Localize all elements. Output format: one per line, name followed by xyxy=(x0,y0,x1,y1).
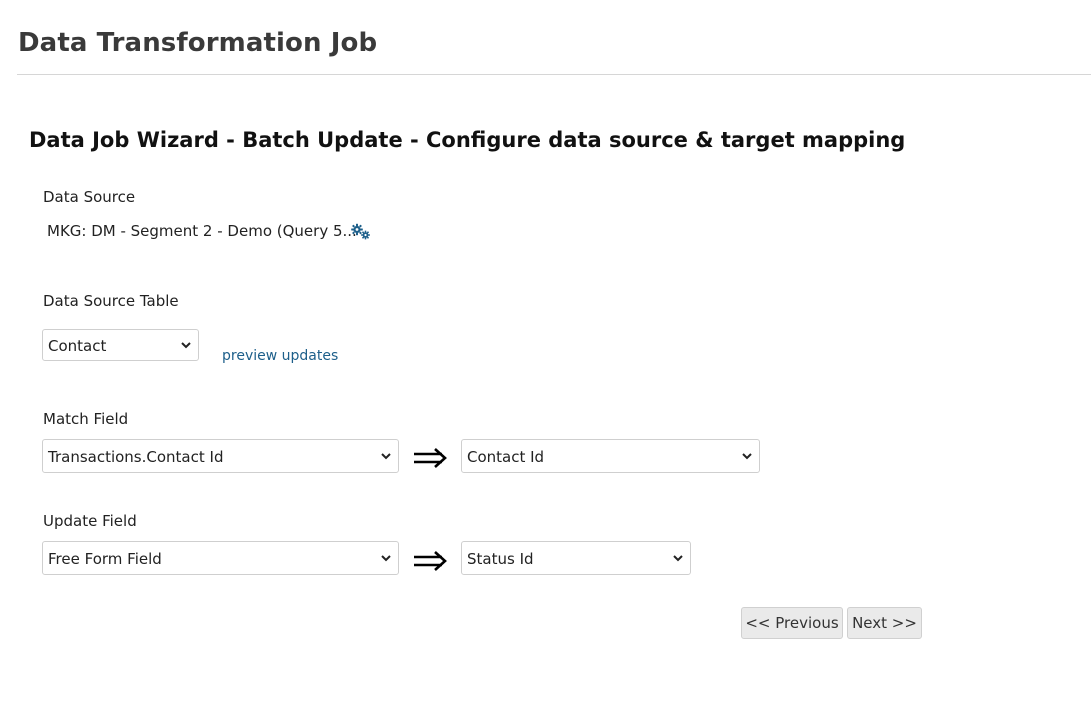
chevron-down-icon xyxy=(381,555,391,562)
update-field-label: Update Field xyxy=(43,512,137,530)
data-source-label: Data Source xyxy=(43,188,136,206)
double-arrow-right-icon xyxy=(414,448,447,468)
page-header: Data Transformation Job xyxy=(17,0,1091,75)
next-button[interactable]: Next >> xyxy=(847,607,922,639)
match-field-source-select[interactable]: Transactions.Contact Id xyxy=(42,439,399,473)
data-source-table-selected: Contact xyxy=(48,337,107,355)
gears-icon[interactable] xyxy=(350,223,372,241)
page-title: Data Transformation Job xyxy=(18,28,378,58)
chevron-down-icon xyxy=(742,453,752,460)
wizard-title: Data Job Wizard - Batch Update - Configu… xyxy=(29,128,906,152)
update-field-target-selected: Status Id xyxy=(467,550,534,568)
data-source-table-select[interactable]: Contact xyxy=(42,329,199,361)
match-field-label: Match Field xyxy=(43,410,129,428)
chevron-down-icon xyxy=(673,555,683,562)
update-field-target-select[interactable]: Status Id xyxy=(461,541,691,575)
chevron-down-icon xyxy=(181,342,191,349)
update-field-source-selected: Free Form Field xyxy=(48,550,162,568)
match-field-source-selected: Transactions.Contact Id xyxy=(48,448,224,466)
match-field-target-select[interactable]: Contact Id xyxy=(461,439,760,473)
match-field-target-selected: Contact Id xyxy=(467,448,545,466)
data-source-value: MKG: DM - Segment 2 - Demo (Query 5... xyxy=(47,222,357,240)
preview-updates-link[interactable]: preview updates xyxy=(222,348,338,364)
data-source-table-label: Data Source Table xyxy=(43,292,179,310)
chevron-down-icon xyxy=(381,453,391,460)
update-field-source-select[interactable]: Free Form Field xyxy=(42,541,399,575)
previous-button[interactable]: << Previous xyxy=(741,607,843,639)
double-arrow-right-icon xyxy=(414,551,447,571)
